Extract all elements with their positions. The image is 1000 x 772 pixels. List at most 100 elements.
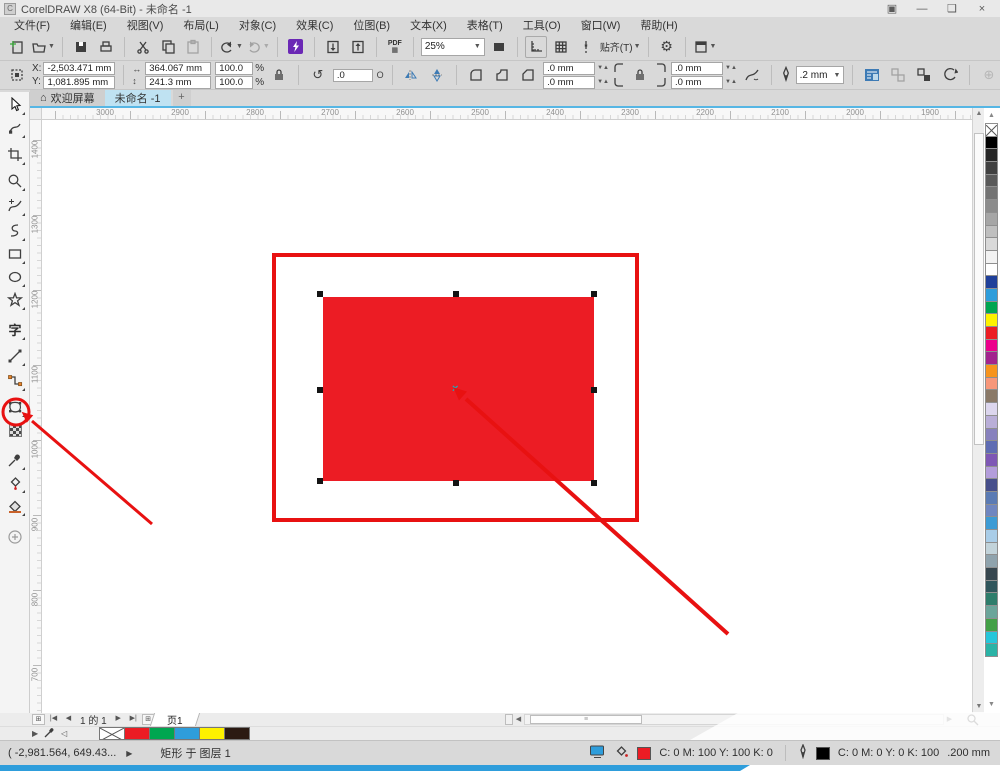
open-icon[interactable]: ▼ — [31, 36, 55, 58]
first-page-icon[interactable]: |◀ — [47, 714, 60, 725]
palette-swatch[interactable] — [985, 123, 998, 137]
palette-swatch[interactable] — [985, 478, 998, 492]
minimize-button[interactable]: — — [914, 3, 930, 15]
next-page-icon[interactable]: ▶ — [112, 714, 125, 725]
palette-swatch[interactable] — [985, 504, 998, 518]
palette-swatch[interactable] — [985, 440, 998, 454]
fill-color-chip[interactable] — [637, 747, 651, 760]
scrollbar-splitter[interactable] — [505, 714, 513, 725]
tab-welcome-screen[interactable]: ⌂ 欢迎屏幕 — [30, 90, 105, 106]
previous-page-icon[interactable]: ◀ — [62, 714, 75, 725]
palette-swatch[interactable] — [985, 199, 998, 213]
palette-swatch[interactable] — [985, 542, 998, 556]
palette-swatch[interactable] — [985, 453, 998, 467]
palette-swatch[interactable] — [985, 402, 998, 416]
rotation-angle-field[interactable]: .0 — [333, 69, 373, 82]
document-palette-swatch[interactable] — [149, 727, 175, 740]
docpal-expand-icon[interactable]: ▶ — [32, 729, 38, 738]
outline-icon[interactable] — [798, 744, 808, 762]
palette-swatch[interactable] — [985, 186, 998, 200]
horizontal-scroll-thumb[interactable]: ≡ — [530, 715, 642, 724]
color-eyedropper-tool[interactable] — [4, 449, 26, 471]
outline-color-chip[interactable] — [816, 747, 830, 760]
menu-item[interactable]: 窗口(W) — [571, 17, 631, 33]
corner-radius-br-field[interactable]: .0 mm — [671, 76, 723, 89]
palette-swatch[interactable] — [985, 288, 998, 302]
chamfered-corner-icon[interactable] — [517, 64, 539, 86]
palette-swatch[interactable] — [985, 212, 998, 226]
rectangle-tool[interactable] — [4, 243, 26, 265]
object-width-field[interactable]: 364.067 mm — [145, 62, 211, 75]
application-launcher-icon[interactable]: ▼ — [693, 36, 717, 58]
vertical-scroll-thumb[interactable] — [974, 133, 984, 445]
fill-icon[interactable] — [614, 744, 629, 762]
selection-handle-br[interactable] — [591, 480, 597, 486]
export-icon[interactable] — [347, 36, 369, 58]
object-height-field[interactable]: 241.3 mm — [145, 76, 211, 89]
x-position-field[interactable]: -2,503.471 mm — [43, 62, 115, 75]
palette-swatch[interactable] — [985, 161, 998, 175]
dimension-tool[interactable] — [4, 345, 26, 367]
freehand-tool[interactable] — [4, 195, 26, 217]
document-palette-swatch[interactable] — [199, 727, 225, 740]
scroll-left-icon[interactable]: ◀ — [513, 714, 524, 725]
show-rulers-icon[interactable] — [525, 36, 547, 58]
artistic-media-tool[interactable] — [4, 220, 26, 242]
connector-tool[interactable] — [4, 370, 26, 392]
scroll-down-icon[interactable]: ▼ — [973, 701, 985, 713]
smart-fill-tool[interactable] — [4, 495, 26, 517]
palette-swatch[interactable] — [985, 174, 998, 188]
account-icon[interactable]: ▣ — [884, 2, 900, 15]
palette-swatch[interactable] — [985, 148, 998, 162]
palette-swatch[interactable] — [985, 136, 998, 150]
crop-tool[interactable] — [4, 144, 26, 166]
zoom-tool[interactable] — [4, 170, 26, 192]
envelope-tool[interactable] — [4, 396, 26, 418]
last-page-icon[interactable]: ▶| — [127, 714, 140, 725]
palette-swatch[interactable] — [985, 326, 998, 340]
menu-item[interactable]: 位图(B) — [343, 17, 400, 33]
horizontal-ruler[interactable]: 3000290028002700260025002400230022002100… — [42, 108, 972, 120]
palette-swatch[interactable] — [985, 580, 998, 594]
palette-swatch[interactable] — [985, 237, 998, 251]
palette-swatch[interactable] — [985, 605, 998, 619]
selection-handle-mr[interactable] — [591, 387, 597, 393]
vertical-ruler[interactable]: 14001300120011001000900800700 — [30, 120, 42, 713]
document-palette-swatch[interactable] — [124, 727, 150, 740]
object-center-marker[interactable]: × — [452, 383, 458, 395]
show-guidelines-icon[interactable] — [575, 36, 597, 58]
palette-swatch[interactable] — [985, 428, 998, 442]
selection-handle-tr[interactable] — [591, 291, 597, 297]
palette-swatch[interactable] — [985, 275, 998, 289]
scale-h-field[interactable]: 100.0 — [215, 62, 253, 75]
palette-swatch[interactable] — [985, 567, 998, 581]
palette-scroll-up-icon[interactable]: ▲ — [988, 112, 995, 119]
y-position-field[interactable]: 1,081.895 mm — [43, 76, 115, 89]
selection-handle-bc[interactable] — [453, 480, 459, 486]
page-tab[interactable]: 页1 — [150, 713, 200, 726]
menu-item[interactable]: 文本(X) — [400, 17, 457, 33]
palette-swatch[interactable] — [985, 516, 998, 530]
menu-item[interactable]: 表格(T) — [457, 17, 513, 33]
scale-v-field[interactable]: 100.0 — [215, 76, 253, 89]
docpal-scroll-left-icon[interactable]: ◁ — [61, 729, 67, 738]
restore-button[interactable]: ❑ — [944, 2, 960, 15]
close-button[interactable]: × — [974, 3, 990, 15]
palette-swatch[interactable] — [985, 529, 998, 543]
selection-handle-tl[interactable] — [317, 291, 323, 297]
add-tools-button[interactable] — [4, 526, 26, 548]
menu-item[interactable]: 帮助(H) — [630, 17, 687, 33]
menu-item[interactable]: 对象(C) — [229, 17, 286, 33]
show-grid-icon[interactable] — [550, 36, 572, 58]
vertical-scrollbar[interactable]: ▲ ▼ — [972, 108, 984, 713]
options-gear-icon[interactable]: ⚙ — [656, 36, 678, 58]
corner-radius-tl-field[interactable]: .0 mm — [543, 62, 595, 75]
palette-swatch[interactable] — [985, 618, 998, 632]
lock-ratio-icon[interactable] — [268, 64, 290, 86]
palette-swatch[interactable] — [985, 466, 998, 480]
snap-to-button[interactable]: 贴齐(T)▼ — [600, 36, 641, 58]
menu-item[interactable]: 效果(C) — [286, 17, 343, 33]
publish-pdf-icon[interactable]: PDF▦ — [384, 36, 406, 58]
corner-radius-bl-field[interactable]: .0 mm — [543, 76, 595, 89]
red-rectangle-object[interactable] — [323, 297, 594, 481]
